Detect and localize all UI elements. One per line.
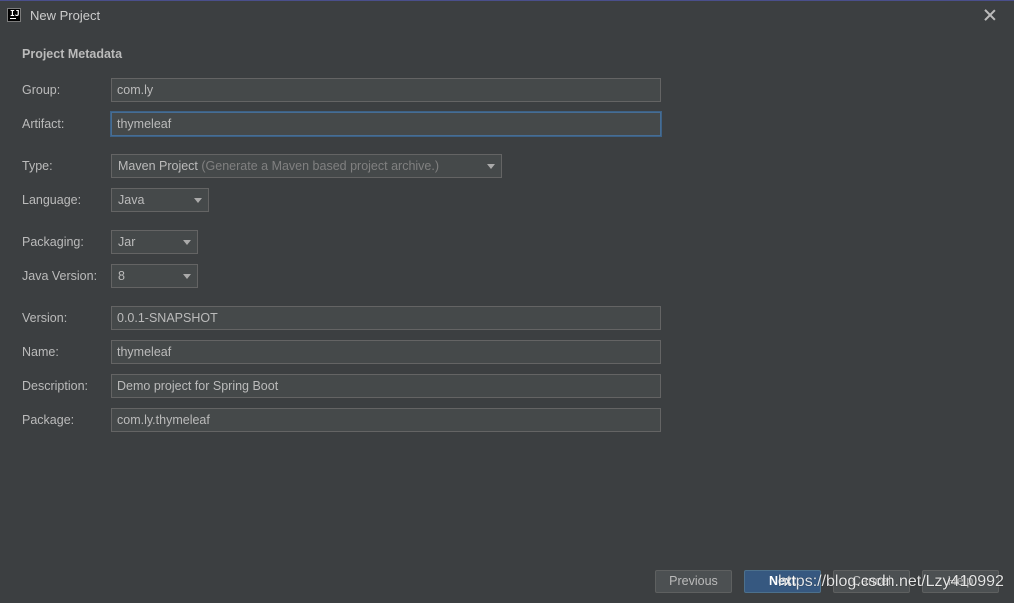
name-label: Name: xyxy=(22,345,59,359)
type-value: Maven Project (Generate a Maven based pr… xyxy=(118,159,439,173)
java-version-dropdown[interactable]: 8 xyxy=(111,264,198,288)
chevron-down-icon xyxy=(487,164,495,169)
type-dropdown[interactable]: Maven Project (Generate a Maven based pr… xyxy=(111,154,502,178)
name-input[interactable] xyxy=(111,340,661,364)
packaging-value: Jar xyxy=(118,235,136,249)
package-label: Package: xyxy=(22,413,75,427)
chevron-down-icon xyxy=(183,240,191,245)
language-value: Java xyxy=(118,193,145,207)
java-version-value: 8 xyxy=(118,269,125,283)
type-hint: (Generate a Maven based project archive.… xyxy=(201,159,440,173)
description-label: Description: xyxy=(22,379,88,393)
close-icon[interactable] xyxy=(983,8,997,22)
package-input[interactable] xyxy=(111,408,661,432)
artifact-label: Artifact: xyxy=(22,117,65,131)
artifact-input[interactable] xyxy=(111,112,661,136)
language-label: Language: xyxy=(22,193,82,207)
version-label: Version: xyxy=(22,311,68,325)
chevron-down-icon xyxy=(183,274,191,279)
new-project-dialog: IJ New Project Project Metadata Group: A… xyxy=(0,0,1014,603)
chevron-down-icon xyxy=(194,198,202,203)
packaging-dropdown[interactable]: Jar xyxy=(111,230,198,254)
version-input[interactable] xyxy=(111,306,661,330)
type-selected: Maven Project xyxy=(118,159,198,173)
watermark: https://blog.csdn.net/Lzy410992 xyxy=(778,573,1004,590)
section-title: Project Metadata xyxy=(22,47,123,61)
group-input[interactable] xyxy=(111,78,661,102)
group-label: Group: xyxy=(22,83,61,97)
java-version-label: Java Version: xyxy=(22,269,98,283)
description-input[interactable] xyxy=(111,374,661,398)
title-bar: IJ New Project xyxy=(0,1,1014,31)
type-label: Type: xyxy=(22,159,53,173)
packaging-label: Packaging: xyxy=(22,235,84,249)
language-dropdown[interactable]: Java xyxy=(111,188,209,212)
window-title: New Project xyxy=(30,8,101,23)
previous-button[interactable]: Previous xyxy=(655,570,732,593)
intellij-idea-icon: IJ xyxy=(7,8,21,22)
